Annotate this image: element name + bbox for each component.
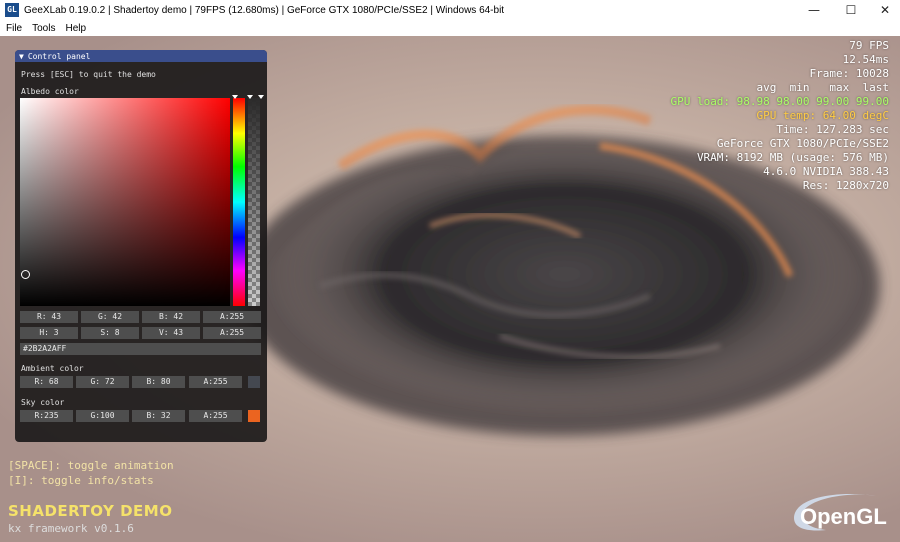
albedo-v-field[interactable]: V: 43	[142, 327, 200, 339]
minimize-button[interactable]: —	[797, 0, 831, 20]
hue-slider[interactable]	[233, 98, 245, 306]
albedo-a-field[interactable]: A:255	[203, 311, 261, 323]
frame-time-stat: 12.54ms	[842, 53, 889, 66]
gpu-load-stat: GPU load: 98.98 98.00 99.00 99.00	[670, 95, 889, 108]
vram-stat: VRAM: 8192 MB (usage: 576 MB)	[696, 151, 889, 164]
ambient-label: Ambient color	[21, 364, 84, 373]
window-title: GeeXLab 0.19.0.2 | Shadertoy demo | 79FP…	[24, 4, 505, 16]
alpha-marker-right-icon	[258, 95, 264, 99]
time-stat: Time: 127.283 sec	[776, 123, 889, 136]
fps-stat: 79 FPS	[849, 39, 889, 52]
menu-tools[interactable]: Tools	[27, 23, 60, 34]
menu-bar: File Tools Help	[0, 20, 900, 36]
title-bar: GL GeeXLab 0.19.0.2 | Shadertoy demo | 7…	[0, 0, 900, 20]
albedo-hex-field[interactable]: #2B2A2AFF	[20, 343, 261, 355]
sky-label: Sky color	[21, 398, 65, 407]
control-panel: ▼ Control panel Press [ESC] to quit the …	[15, 50, 267, 442]
ambient-g-field[interactable]: G: 72	[76, 376, 129, 388]
gpu-name-stat: GeForce GTX 1080/PCIe/SSE2	[716, 137, 889, 150]
control-panel-header[interactable]: ▼ Control panel	[15, 50, 267, 62]
sky-color-swatch[interactable]	[248, 410, 260, 422]
app-icon: GL	[5, 3, 19, 17]
maximize-button[interactable]: ☐	[834, 0, 868, 20]
hue-marker-icon	[232, 95, 238, 99]
load-header: avg min max last	[756, 81, 889, 94]
albedo-b-field[interactable]: B: 42	[142, 311, 200, 323]
alpha-slider[interactable]	[248, 98, 260, 306]
resolution-stat: Res: 1280x720	[802, 179, 889, 192]
opengl-logo-text: OpenGL	[800, 504, 887, 529]
ambient-color-swatch[interactable]	[248, 376, 260, 388]
saturation-value-picker[interactable]	[20, 98, 230, 306]
ambient-b-field[interactable]: B: 80	[132, 376, 185, 388]
sky-b-field[interactable]: B: 32	[132, 410, 185, 422]
space-hint: [SPACE]: toggle animation	[8, 459, 174, 472]
info-hint: [I]: toggle info/stats	[8, 474, 154, 487]
opengl-logo: OpenGL	[794, 494, 887, 531]
demo-title: SHADERTOY DEMO	[8, 502, 173, 520]
albedo-label: Albedo color	[21, 87, 79, 96]
sky-a-field[interactable]: A:255	[189, 410, 242, 422]
framework-version: kx framework v0.1.6	[8, 522, 134, 535]
albedo-h-field[interactable]: H: 3	[20, 327, 78, 339]
control-panel-title: Control panel	[27, 51, 91, 61]
albedo-s-field[interactable]: S: 8	[81, 327, 139, 339]
sky-g-field[interactable]: G:100	[76, 410, 129, 422]
close-button[interactable]: ✕	[868, 0, 900, 20]
sky-r-field[interactable]: R:235	[20, 410, 73, 422]
menu-file[interactable]: File	[0, 23, 27, 34]
ambient-a-field[interactable]: A:255	[189, 376, 242, 388]
color-picker-cursor[interactable]	[21, 270, 30, 279]
collapse-icon[interactable]: ▼	[19, 52, 24, 61]
ambient-r-field[interactable]: R: 68	[20, 376, 73, 388]
gpu-temp-stat: GPU temp: 64.00 degC	[756, 109, 889, 122]
menu-help[interactable]: Help	[60, 23, 91, 34]
esc-hint: Press [ESC] to quit the demo	[21, 70, 156, 79]
albedo-g-field[interactable]: G: 42	[81, 311, 139, 323]
frame-count-stat: Frame: 10028	[809, 67, 889, 80]
albedo-r-field[interactable]: R: 43	[20, 311, 78, 323]
driver-stat: 4.6.0 NVIDIA 388.43	[763, 165, 889, 178]
albedo-alpha-field[interactable]: A:255	[203, 327, 261, 339]
alpha-marker-icon	[247, 95, 253, 99]
render-viewport[interactable]: ▼ Control panel Press [ESC] to quit the …	[0, 36, 900, 542]
